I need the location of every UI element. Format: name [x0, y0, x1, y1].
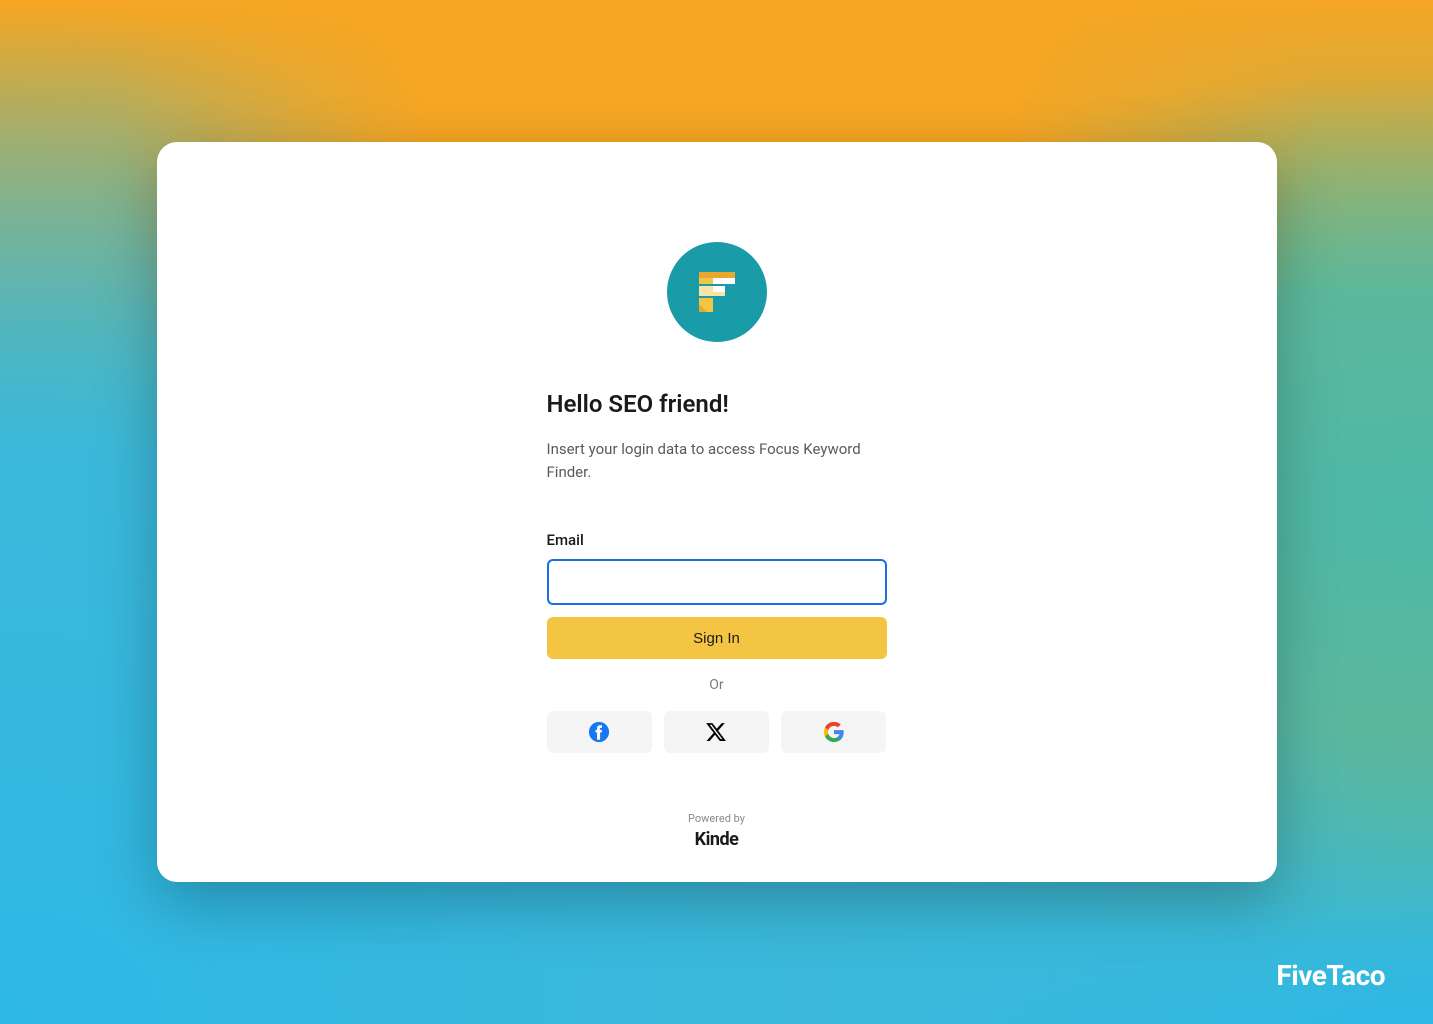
kinde-logo: Kinde [688, 829, 745, 850]
card-footer: Powered by Kinde [688, 812, 745, 850]
page-heading: Hello SEO friend! [547, 390, 887, 418]
signin-button[interactable]: Sign In [547, 617, 887, 659]
login-content: Hello SEO friend! Insert your login data… [547, 390, 887, 753]
powered-by-label: Powered by [688, 812, 745, 825]
login-card: Hello SEO friend! Insert your login data… [157, 142, 1277, 882]
app-logo [667, 242, 767, 342]
x-icon [705, 721, 727, 743]
facebook-icon [588, 721, 610, 743]
email-input[interactable] [547, 559, 887, 605]
logo-f-icon [689, 264, 745, 320]
facebook-login-button[interactable] [547, 711, 652, 753]
page-subheading: Insert your login data to access Focus K… [547, 438, 887, 483]
social-login-row [547, 711, 887, 753]
google-login-button[interactable] [781, 711, 886, 753]
x-login-button[interactable] [664, 711, 769, 753]
divider-or: Or [547, 677, 887, 693]
watermark: FiveTaco [1276, 959, 1385, 992]
email-label: Email [547, 531, 887, 549]
google-icon [823, 721, 845, 743]
